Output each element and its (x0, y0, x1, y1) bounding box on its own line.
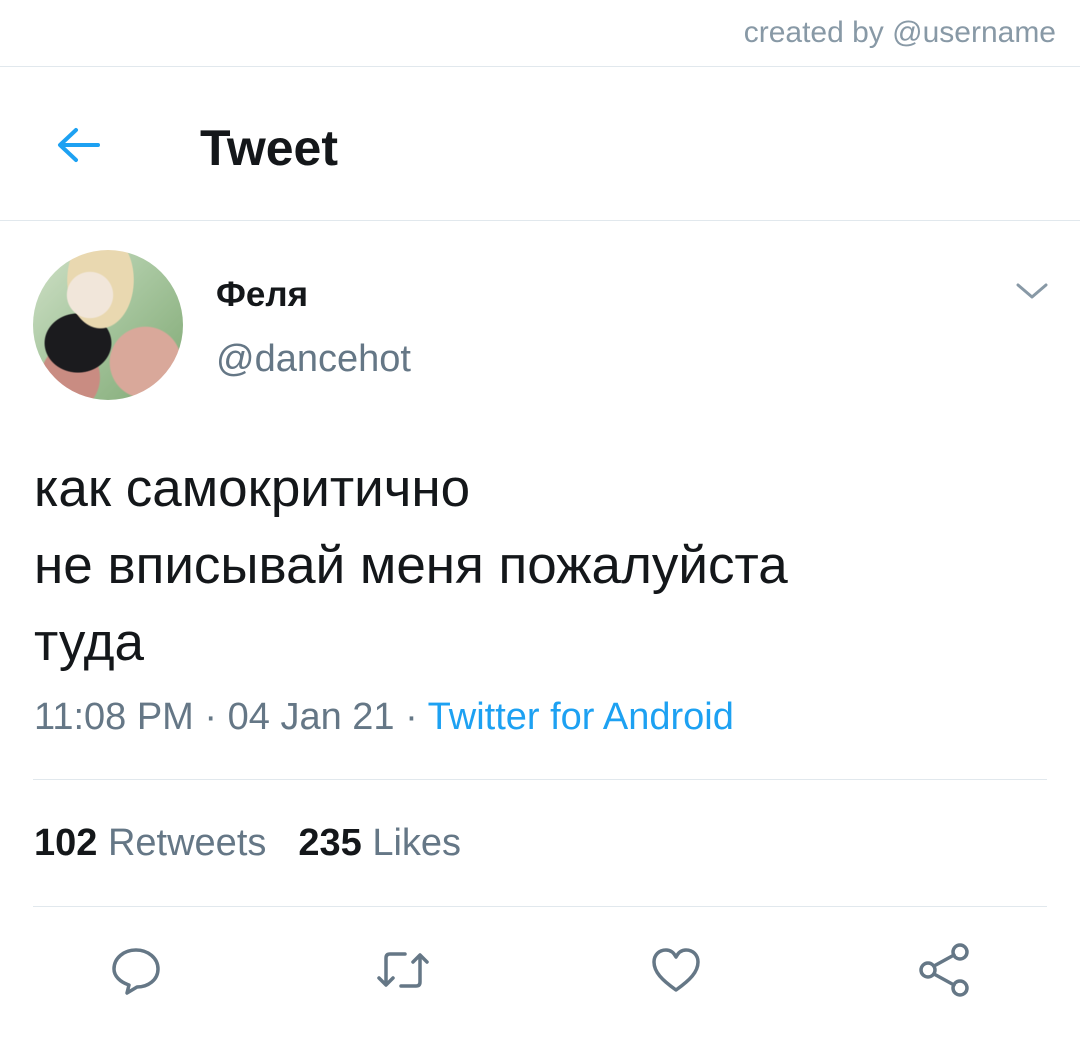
tweet-text: как самокритично не вписывай меня пожалу… (34, 450, 1044, 681)
retweets-stat[interactable]: 102 Retweets (34, 822, 266, 864)
likes-count: 235 (298, 822, 362, 864)
tweet-text-line: как самокритично (34, 459, 471, 518)
reply-icon (112, 948, 160, 995)
tweet-source-link[interactable]: Twitter for Android (428, 696, 734, 738)
tweet-text-line: не вписывай меня пожалуйста (34, 536, 788, 595)
share-icon (919, 943, 969, 997)
share-button[interactable] (914, 940, 974, 1000)
stats-top-divider (33, 779, 1047, 780)
heart-icon (652, 948, 700, 992)
chevron-down-icon (1016, 283, 1048, 299)
stats-bottom-divider (33, 906, 1047, 907)
likes-stat[interactable]: 235 Likes (298, 822, 461, 864)
tweet-options-button[interactable] (1012, 276, 1052, 306)
reply-button[interactable] (106, 940, 166, 1000)
likes-label: Likes (372, 822, 462, 864)
retweet-icon (377, 952, 429, 988)
tweet-date: 04 Jan 21 (227, 696, 395, 738)
page-title: Tweet (200, 120, 338, 176)
tweet-text-line: туда (34, 613, 145, 672)
like-button[interactable] (646, 940, 706, 1000)
retweets-count: 102 (34, 822, 98, 864)
avatar[interactable] (33, 250, 183, 400)
author-handle[interactable]: @dancehot (216, 338, 411, 381)
tweet-stats: 102 Retweets 235 Likes (34, 822, 461, 865)
author-display-name[interactable]: Феля (216, 275, 308, 315)
retweet-button[interactable] (373, 940, 433, 1000)
tweet-meta: 11:08 PM · 04 Jan 21 · Twitter for Andro… (34, 696, 734, 739)
header-divider (0, 220, 1080, 221)
tweet-header: Tweet (0, 67, 1080, 220)
retweets-label: Retweets (107, 822, 267, 864)
back-button[interactable] (50, 117, 106, 173)
meta-separator: · (405, 696, 418, 738)
meta-separator: · (204, 696, 218, 738)
arrow-left-icon (58, 128, 100, 162)
tweet-time: 11:08 PM (34, 696, 194, 738)
creator-credit: created by @username (743, 16, 1056, 49)
tweet-actions (0, 940, 1080, 1000)
